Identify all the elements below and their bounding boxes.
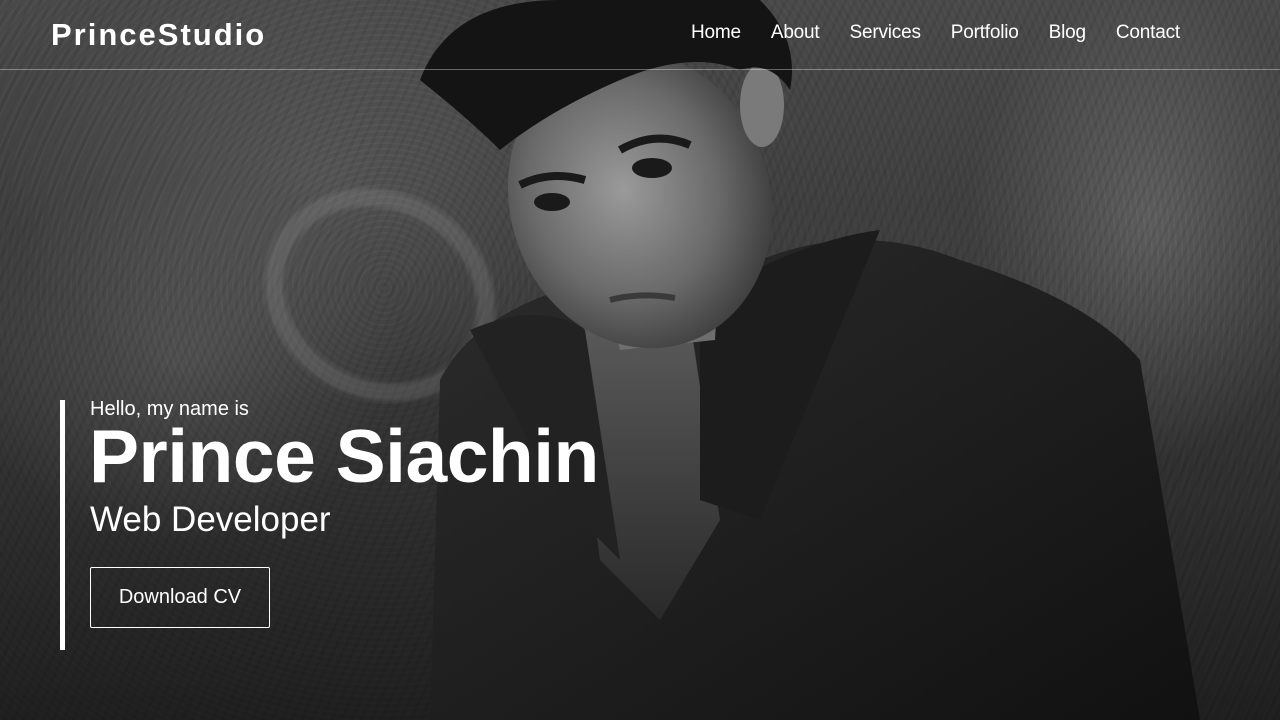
hero-name-heading: Prince Siachin — [89, 414, 599, 498]
nav-link-contact[interactable]: Contact — [1116, 22, 1180, 43]
nav-item-blog: Blog — [1049, 22, 1086, 44]
nav-menu: Home About Services Portfolio Blog Conta… — [661, 22, 1180, 44]
nav-item-home: Home — [691, 22, 741, 44]
navbar: PrinceStudio Home About Services Portfol… — [0, 0, 1280, 70]
nav-item-about: About — [771, 22, 820, 44]
nav-link-about[interactable]: About — [771, 22, 820, 43]
hero-role-subtitle: Web Developer — [90, 500, 331, 539]
nav-link-services[interactable]: Services — [850, 22, 921, 43]
brand-logo-link[interactable]: PrinceStudio — [51, 17, 266, 53]
hero-accent-bar — [60, 400, 65, 650]
download-cv-button[interactable]: Download CV — [90, 567, 270, 628]
nav-item-services: Services — [850, 22, 921, 44]
nav-link-home[interactable]: Home — [691, 22, 741, 43]
nav-item-contact: Contact — [1116, 22, 1180, 44]
nav-item-portfolio: Portfolio — [951, 22, 1019, 44]
nav-link-blog[interactable]: Blog — [1049, 22, 1086, 43]
nav-link-portfolio[interactable]: Portfolio — [951, 22, 1019, 43]
